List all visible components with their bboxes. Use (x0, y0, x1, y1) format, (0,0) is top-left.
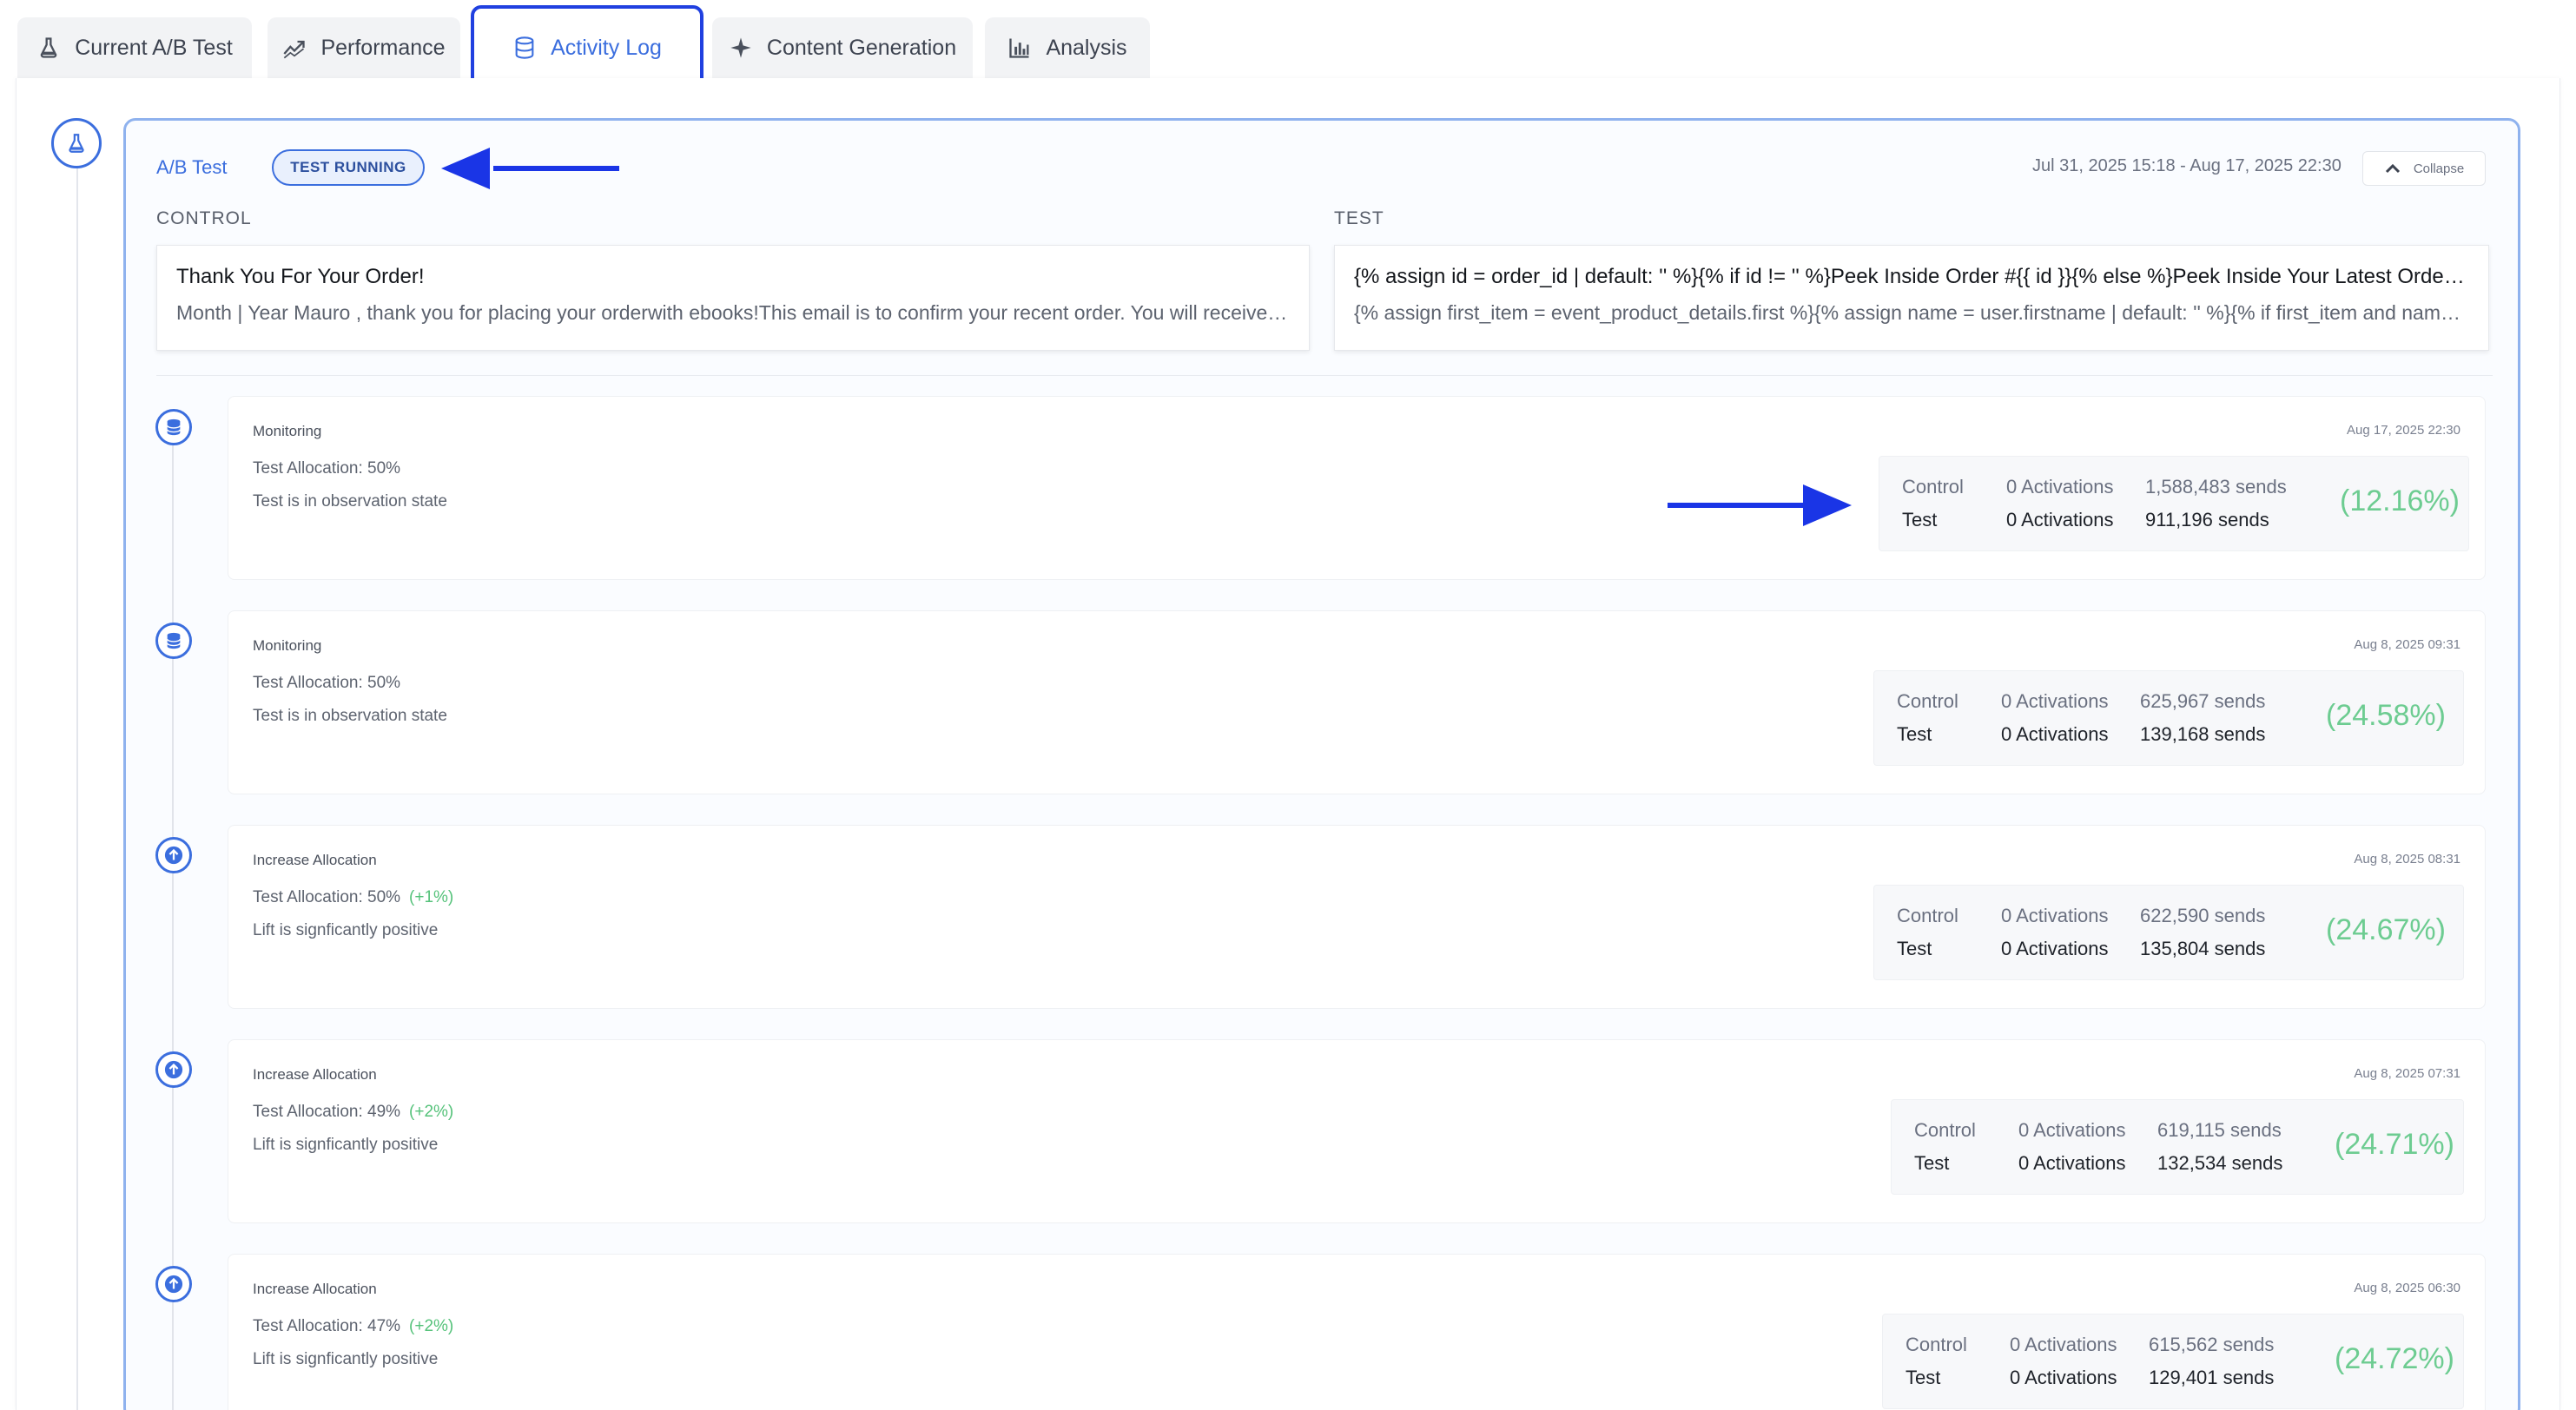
event-description: Lift is signficantly positive (253, 1350, 439, 1368)
event-timeline-line (172, 434, 174, 1410)
event-description: Test is in observation state (253, 492, 447, 511)
event-timestamp: Aug 8, 2025 06:30 (2354, 1281, 2460, 1295)
lift-value: (12.16%) (2340, 484, 2460, 517)
sparkle-icon (730, 37, 751, 58)
event-stats: Control 0 Activations 622,590 sends Test 0 … (1873, 885, 2464, 980)
control-subject: Thank You For Your Order! (176, 265, 425, 288)
allocation-delta: (+2%) (409, 1317, 454, 1335)
event-description: Test is in observation state (253, 707, 447, 725)
stats-row-control: Control 0 Activations 622,590 sends (1897, 905, 2266, 926)
event-marker (155, 837, 192, 873)
event-timestamp: Aug 8, 2025 08:31 (2354, 852, 2460, 866)
status-badge: TEST RUNNING (272, 149, 425, 186)
event-timestamp: Aug 17, 2025 22:30 (2347, 423, 2460, 438)
control-body: Month | Year Mauro , thank you for placi… (176, 301, 1290, 324)
tab-current-ab-test[interactable]: Current A/B Test (17, 17, 252, 78)
event-title: Monitoring (253, 423, 322, 439)
stats-row-test: Test 0 Activations 139,168 sends (1897, 723, 2266, 745)
event-title: Increase Allocation (253, 1066, 377, 1083)
event-title: Increase Allocation (253, 1281, 377, 1297)
tab-label: Performance (320, 35, 446, 60)
test-label: TEST (1334, 208, 1384, 228)
annotation-arrow-left (441, 148, 619, 189)
test-date-range: Jul 31, 2025 15:18 - Aug 17, 2025 22:30 (2032, 156, 2342, 175)
event-allocation: Test Allocation: 50% (253, 459, 401, 478)
event-allocation: Test Allocation: 50% (+1%) (253, 888, 454, 906)
activity-event: Increase Allocation Test Allocation: 47%… (228, 1254, 2486, 1410)
flask-icon (40, 37, 57, 58)
chevron-up-icon (2385, 163, 2400, 174)
test-body: {% assign first_item = event_product_det… (1354, 301, 2469, 324)
stats-row-test: Test 0 Activations 911,196 sends (1902, 509, 2269, 530)
event-marker (155, 409, 192, 445)
stats-row-test: Test 0 Activations 135,804 sends (1897, 938, 2266, 959)
tab-label: Activity Log (551, 35, 662, 60)
stats-row-control: Control 0 Activations 615,562 sends (1906, 1334, 2275, 1355)
activity-event: Monitoring Test Allocation: 50% Test is … (228, 610, 2486, 794)
ab-test-marker (51, 118, 102, 168)
database-icon (515, 36, 534, 59)
divider (156, 375, 2493, 376)
activity-event: Increase Allocation Test Allocation: 50%… (228, 825, 2486, 1009)
test-subject: {% assign id = order_id | default: '' %}… (1354, 265, 2469, 288)
event-marker (155, 623, 192, 659)
lift-value: (24.72%) (2335, 1342, 2454, 1375)
annotation-arrow-right (1668, 484, 1852, 526)
stats-row-control: Control 0 Activations 1,588,483 sends (1902, 476, 2287, 497)
event-stats: Control 0 Activations 1,588,483 sends Test… (1879, 456, 2469, 551)
event-description: Lift is signficantly positive (253, 1136, 439, 1154)
tab-analysis[interactable]: Analysis (985, 17, 1150, 78)
event-stats: Control 0 Activations 625,967 sends Test 0 … (1873, 670, 2464, 766)
lift-value: (24.58%) (2326, 699, 2446, 732)
event-marker (155, 1051, 192, 1088)
control-label: CONTROL (156, 208, 252, 228)
tab-label: Content Generation (766, 35, 957, 60)
collapse-label: Collapse (2413, 161, 2465, 176)
activity-event: Monitoring Test Allocation: 50% Test is … (228, 396, 2486, 580)
event-stats: Control 0 Activations 619,115 sends Test 0 … (1891, 1099, 2464, 1195)
control-variant[interactable]: Thank You For Your Order! Month | Year M… (156, 245, 1310, 351)
event-title: Monitoring (253, 637, 322, 654)
lift-value: (24.71%) (2335, 1128, 2454, 1161)
event-timestamp: Aug 8, 2025 09:31 (2354, 637, 2460, 652)
arrow-up-icon (164, 1275, 183, 1294)
event-stats: Control 0 Activations 615,562 sends Test 0 … (1882, 1314, 2464, 1409)
allocation-delta: (+1%) (409, 888, 454, 906)
event-allocation: Test Allocation: 50% (253, 674, 401, 692)
allocation-delta: (+2%) (409, 1103, 454, 1121)
tab-performance[interactable]: Performance (268, 17, 460, 78)
database-icon (166, 418, 182, 436)
event-description: Lift is signficantly positive (253, 921, 439, 939)
event-title: Increase Allocation (253, 852, 377, 868)
arrow-up-icon (164, 846, 183, 865)
database-icon (166, 632, 182, 649)
tab-label: Current A/B Test (75, 35, 233, 60)
trend-line-icon (283, 40, 306, 59)
tab-label: Analysis (1046, 35, 1127, 60)
test-variant[interactable]: {% assign id = order_id | default: '' %}… (1334, 245, 2489, 351)
event-allocation: Test Allocation: 49% (+2%) (253, 1103, 454, 1121)
collapse-button[interactable]: Collapse (2362, 151, 2486, 186)
lift-value: (24.67%) (2326, 913, 2446, 946)
event-timestamp: Aug 8, 2025 07:31 (2354, 1066, 2460, 1081)
bar-chart-icon (1009, 38, 1029, 58)
tab-bar: Current A/B Test Performance Activity Lo… (0, 0, 2576, 90)
stats-row-control: Control 0 Activations 619,115 sends (1914, 1119, 2282, 1141)
timeline-line (76, 165, 78, 1410)
stats-row-control: Control 0 Activations 625,967 sends (1897, 690, 2266, 712)
stats-row-test: Test 0 Activations 132,534 sends (1914, 1152, 2283, 1174)
flask-icon (69, 134, 84, 153)
ab-test-title[interactable]: A/B Test (156, 156, 228, 179)
stats-row-test: Test 0 Activations 129,401 sends (1906, 1367, 2275, 1388)
event-marker (155, 1266, 192, 1302)
arrow-up-icon (164, 1060, 183, 1079)
event-allocation: Test Allocation: 47% (+2%) (253, 1317, 454, 1335)
activity-event: Increase Allocation Test Allocation: 49%… (228, 1039, 2486, 1223)
tab-content-generation[interactable]: Content Generation (712, 17, 973, 78)
